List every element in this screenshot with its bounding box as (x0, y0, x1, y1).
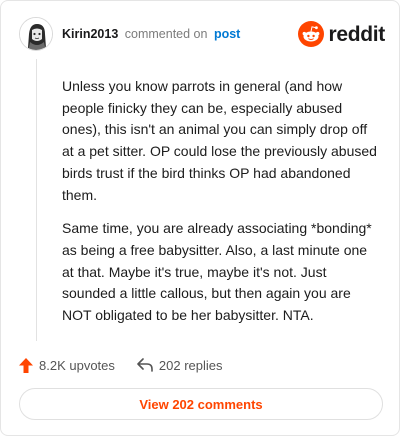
username-link[interactable]: Kirin2013 (62, 27, 118, 41)
comment-body: Unless you know parrots in general (and … (62, 76, 380, 339)
comment-actions: 8.2K upvotes 202 replies (19, 355, 223, 375)
reddit-wordmark: reddit (328, 22, 385, 46)
comment-paragraph: Same time, you are already associating *… (62, 220, 372, 324)
upvote-arrow-icon (19, 357, 33, 373)
reply-arrow-icon (137, 358, 153, 372)
avatar-cartoon-icon (20, 18, 52, 50)
commented-on-text: commented on (124, 27, 208, 41)
view-comments-button[interactable]: View 202 comments (19, 388, 383, 420)
upvote-button[interactable]: 8.2K upvotes (19, 357, 115, 373)
thread-line[interactable] (36, 59, 37, 341)
reply-count: 202 replies (158, 357, 223, 373)
comment-card: Kirin2013 commented on post reddit Unles… (0, 0, 400, 436)
replies-button[interactable]: 202 replies (137, 358, 223, 373)
reddit-snoo-icon (298, 21, 325, 47)
comment-meta: Kirin2013 commented on post (62, 27, 240, 41)
user-avatar[interactable] (19, 17, 53, 51)
comment-paragraph: Unless you know parrots in general (and … (62, 78, 377, 203)
post-link[interactable]: post (214, 27, 240, 41)
upvote-count: 8.2K upvotes (39, 357, 115, 373)
comment-header: Kirin2013 commented on post reddit (19, 17, 385, 53)
reddit-logo[interactable]: reddit (298, 21, 385, 47)
